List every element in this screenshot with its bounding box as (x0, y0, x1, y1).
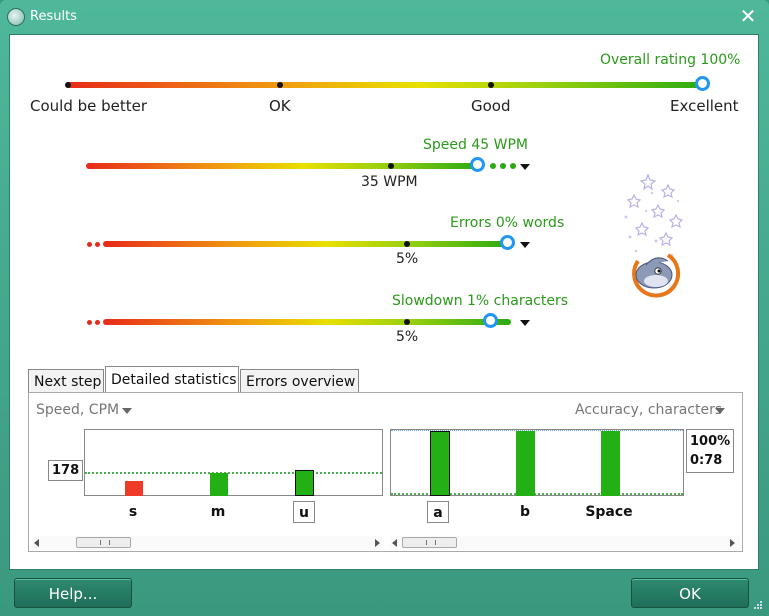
close-button[interactable]: ✕ (735, 4, 761, 28)
errors-track-dot (95, 242, 100, 247)
accuracy-chart-scroll-thumb[interactable] (402, 537, 457, 548)
errors-dropdown-arrow-icon[interactable] (520, 242, 530, 248)
speed-bar-s[interactable] (125, 481, 143, 496)
speed-label: Speed 45 WPM (423, 137, 528, 153)
overall-mark-dot (65, 82, 71, 88)
speed-key-u[interactable]: u (293, 501, 315, 523)
overall-mark-good: Good (471, 97, 511, 115)
speed-bar-m[interactable] (210, 473, 228, 496)
errors-reference-label: 5% (396, 251, 419, 267)
errors-label: Errors 0% words (450, 215, 565, 231)
speed-reference-label: 35 WPM (361, 174, 418, 190)
accuracy-metric-dropdown-arrow-icon[interactable] (715, 408, 725, 414)
accuracy-bar-space[interactable] (601, 431, 620, 496)
overall-mark-could-be-better: Could be better (30, 97, 148, 115)
speed-track-dot (500, 163, 506, 169)
accuracy-bar-a[interactable] (430, 431, 450, 496)
errors-knob (500, 235, 515, 250)
tab-errors-overview[interactable]: Errors overview (240, 369, 359, 393)
overall-rating-knob (695, 76, 710, 91)
speed-bar-u[interactable] (295, 470, 314, 496)
slowdown-reference-label: 5% (396, 329, 419, 345)
slowdown-reference-dot (404, 319, 410, 325)
speed-metric-dropdown-arrow-icon[interactable] (122, 408, 132, 414)
tab-next-step[interactable]: Next step (28, 369, 104, 393)
slowdown-label: Slowdown 1% characters (392, 293, 569, 309)
accuracy-bar-b[interactable] (516, 431, 535, 496)
overall-mark-excellent: Excellent (670, 97, 739, 115)
speed-reference-dot (388, 163, 394, 169)
speed-chart-scrollbar[interactable] (32, 536, 382, 550)
speed-average-line (85, 472, 382, 474)
speed-knob (470, 157, 485, 172)
window-title: Results (30, 9, 77, 24)
errors-track (103, 241, 509, 247)
slowdown-knob (483, 313, 498, 328)
speed-metric-dropdown[interactable]: Speed, CPM (36, 402, 119, 418)
dolphin-icon (7, 8, 25, 26)
results-window: Results ✕ Overall rating 100% Could be b… (0, 0, 769, 616)
speed-chart-scroll-thumb[interactable] (76, 537, 131, 548)
results-content: Overall rating 100% Could be better OK G… (9, 34, 759, 570)
ok-button[interactable]: OK (631, 578, 749, 608)
overall-mark-ok: OK (269, 97, 291, 115)
speed-chart[interactable] (84, 429, 383, 496)
speed-track (86, 163, 480, 169)
speed-dropdown-arrow-icon[interactable] (520, 164, 530, 170)
slowdown-track (103, 319, 511, 325)
speed-track-dot (490, 163, 496, 169)
overall-mark-dot (277, 82, 283, 88)
help-button[interactable]: Help... (14, 578, 132, 608)
accuracy-chart[interactable] (390, 429, 684, 496)
overall-rating-label: Overall rating 100% (600, 52, 741, 68)
accuracy-value-count: 0:78 (690, 453, 723, 468)
scroll-right-arrow-icon[interactable] (375, 539, 380, 547)
scroll-right-arrow-icon[interactable] (730, 539, 735, 547)
title-bar[interactable]: Results ✕ (0, 0, 769, 34)
speed-key-s[interactable]: s (124, 501, 142, 523)
resize-grip-icon[interactable] (753, 600, 763, 610)
detailed-statistics-panel: Speed, CPM Accuracy, characters 178 s m … (28, 392, 743, 552)
scroll-left-arrow-icon[interactable] (34, 539, 39, 547)
accuracy-value-box: 100% 0:78 (686, 429, 735, 473)
slowdown-track-dot (87, 320, 92, 325)
accuracy-chart-scrollbar[interactable] (390, 536, 740, 550)
slowdown-track-dot (95, 320, 100, 325)
overall-mark-dot (488, 82, 494, 88)
accuracy-metric-dropdown[interactable]: Accuracy, characters (575, 402, 722, 418)
errors-track-dot (87, 242, 92, 247)
accuracy-key-b[interactable]: b (513, 501, 537, 523)
slowdown-dropdown-arrow-icon[interactable] (520, 320, 530, 326)
tab-detailed-statistics[interactable]: Detailed statistics (105, 366, 239, 393)
speed-key-m[interactable]: m (207, 501, 229, 523)
errors-reference-dot (404, 241, 410, 247)
scroll-left-arrow-icon[interactable] (392, 539, 397, 547)
dolphin-mascot-icon (624, 173, 684, 298)
speed-average-value: 178 (48, 460, 84, 481)
accuracy-value-percent: 100% (690, 434, 731, 449)
speed-track-dot (510, 163, 516, 169)
accuracy-key-a[interactable]: a (427, 501, 449, 523)
accuracy-key-space[interactable]: Space (581, 501, 637, 523)
overall-rating-track (66, 82, 704, 88)
